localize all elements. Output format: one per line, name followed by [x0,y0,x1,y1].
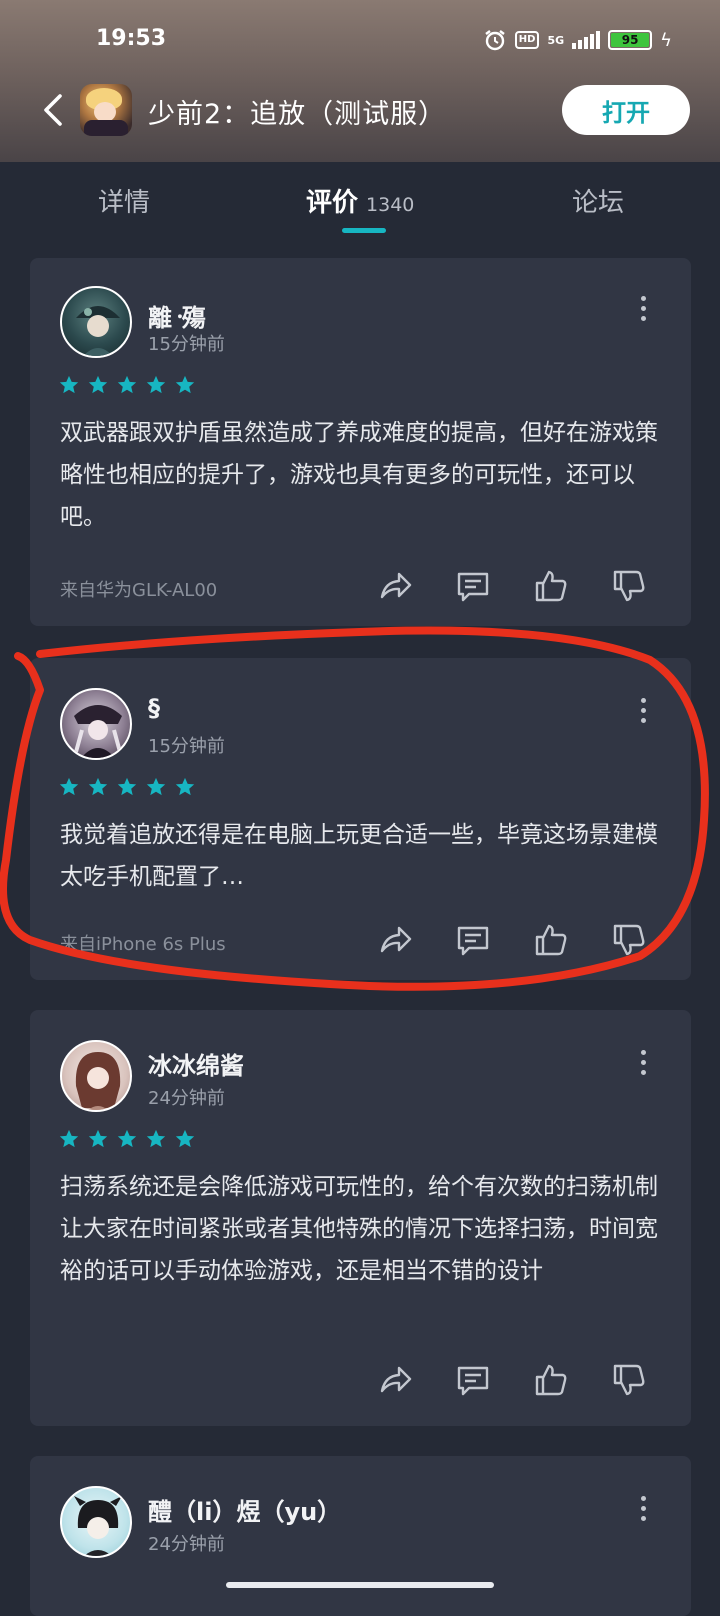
review-card: 冰冰绵酱 24分钟前 扫荡系统还是会降低游戏可玩性的，给个有次数的扫荡机制让大家… [30,1010,691,1426]
review-username: § [148,694,160,722]
avatar[interactable] [60,1486,132,1558]
rating-stars [58,1128,196,1150]
tab-reviews-label: 评价 [306,188,359,218]
comment-icon[interactable] [455,568,491,604]
tab-details-label: 详情 [98,188,151,218]
star-icon [59,1129,79,1148]
share-icon[interactable] [377,1362,413,1398]
charging-icon: ϟ [660,29,672,51]
review-device: 来自iPhone 6s Plus [60,934,226,955]
app-title: 少前2：追放（测试服） [148,99,447,130]
thumbs-down-icon[interactable] [611,922,647,958]
review-time: 24分钟前 [148,1088,225,1109]
star-icon [117,375,137,394]
avatar[interactable] [60,1040,132,1112]
star-icon [146,777,166,796]
network-label: 5G [547,33,565,47]
review-card: § 15分钟前 我觉着追放还得是在电脑上玩更合适一些，毕竟这场景建模太吃手机配置… [30,658,691,980]
tab-active-indicator [342,228,386,233]
star-icon [146,375,166,394]
hd-badge: HD [514,31,540,49]
review-actions [377,1362,647,1398]
star-icon [117,777,137,796]
battery-level: 95 [611,33,650,47]
star-icon [59,375,79,394]
star-icon [117,1129,137,1148]
star-icon [88,375,108,394]
review-card: 醴（li）煜（yu） 24分钟前 [30,1456,691,1616]
star-icon [59,777,79,796]
review-device: 来自华为GLK-AL00 [60,580,218,601]
status-bar: 19:53 HD 5G 95 ϟ [0,0,720,72]
more-options-icon[interactable] [639,1496,647,1522]
review-card: 離᠂殤 15分钟前 双武器跟双护盾虽然造成了养成难度的提高，但好在游戏策略性也相… [30,258,691,626]
review-time: 24分钟前 [148,1534,225,1555]
review-actions [377,922,647,958]
home-indicator[interactable] [226,1582,494,1588]
share-icon[interactable] [377,922,413,958]
tab-forum[interactable]: 论坛 [572,182,624,219]
review-count: 1340 [366,194,415,216]
review-username: 冰冰绵酱 [148,1052,244,1080]
app-header: 19:53 HD 5G 95 ϟ 少前2：追放（测试服） 打开 [0,0,720,162]
review-text[interactable]: 我觉着追放还得是在电脑上玩更合适一些，毕竟这场景建模太吃手机配置了… [60,814,664,898]
thumbs-up-icon[interactable] [533,568,569,604]
tab-details[interactable]: 详情 [98,182,150,219]
thumbs-down-icon[interactable] [611,1362,647,1398]
star-icon [88,1129,108,1148]
thumbs-up-icon[interactable] [533,922,569,958]
comment-icon[interactable] [455,922,491,958]
star-icon [175,1129,195,1148]
battery-icon: 95 [608,30,653,50]
more-options-icon[interactable] [639,296,647,322]
share-icon[interactable] [377,568,413,604]
status-icons: HD 5G 95 ϟ [483,28,672,52]
star-icon [88,777,108,796]
star-icon [175,777,195,796]
tab-forum-label: 论坛 [572,188,625,218]
rating-stars [58,374,196,396]
review-username: 醴（li）煜（yu） [148,1498,342,1526]
back-arrow-icon[interactable] [38,92,70,128]
review-username: 離᠂殤 [148,304,206,332]
tab-reviews[interactable]: 评价 1340 [306,182,414,219]
review-text[interactable]: 双武器跟双护盾虽然造成了养成难度的提高，但好在游戏策略性也相应的提升了，游戏也具… [60,412,664,538]
status-time: 19:53 [96,26,167,51]
review-time: 15分钟前 [148,736,225,757]
review-time: 15分钟前 [148,334,225,355]
signal-icon [572,31,601,49]
avatar[interactable] [60,286,132,358]
alarm-icon [485,30,505,51]
app-bar: 少前2：追放（测试服） 打开 [0,78,720,144]
thumbs-up-icon[interactable] [533,1362,569,1398]
avatar[interactable] [60,688,132,760]
game-app-icon [80,84,132,136]
more-options-icon[interactable] [639,698,647,724]
rating-stars [58,776,196,798]
more-options-icon[interactable] [639,1050,647,1076]
comment-icon[interactable] [455,1362,491,1398]
thumbs-down-icon[interactable] [611,568,647,604]
star-icon [146,1129,166,1148]
tab-bar: 详情 评价 1340 论坛 [0,162,720,242]
star-icon [175,375,195,394]
review-text[interactable]: 扫荡系统还是会降低游戏可玩性的，给个有次数的扫荡机制让大家在时间紧张或者其他特殊… [60,1166,664,1292]
review-actions [377,568,647,604]
open-button[interactable]: 打开 [562,85,690,135]
